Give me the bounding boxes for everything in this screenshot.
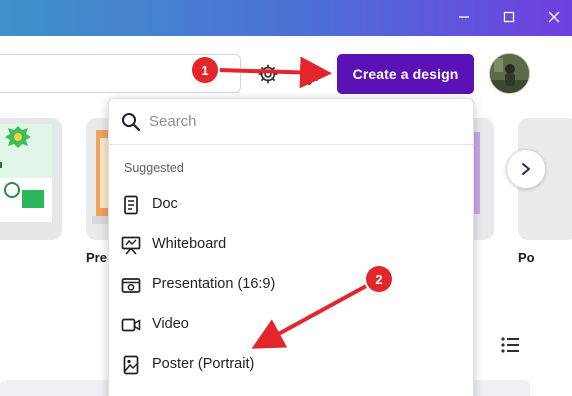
create-a-design-button[interactable]: Create a design	[337, 54, 474, 94]
carousel-next-button[interactable]	[506, 149, 546, 189]
create-design-dropdown: Search Suggested Doc Whiteboard Presenta…	[108, 98, 474, 396]
card-label: Pre	[86, 250, 107, 265]
annotation-badge: 2	[366, 266, 392, 292]
menu-item-label: Whiteboard	[152, 236, 227, 252]
close-button[interactable]	[542, 6, 566, 28]
menu-item-presentation[interactable]: Presentation (16:9)	[109, 265, 473, 305]
title-bar	[0, 0, 572, 36]
avatar[interactable]	[489, 53, 530, 94]
template-card[interactable]	[474, 118, 494, 240]
template-card[interactable]	[0, 118, 62, 240]
video-icon	[121, 318, 141, 332]
maximize-button[interactable]	[497, 6, 521, 28]
list-icon	[501, 337, 519, 353]
close-icon	[548, 11, 560, 23]
card-label: Po	[518, 250, 535, 265]
menu-item-whiteboard[interactable]: Whiteboard	[109, 225, 473, 265]
dropdown-search-field[interactable]: Search	[109, 99, 473, 145]
menu-item-label: Poster (Portrait)	[152, 356, 255, 372]
settings-button[interactable]	[253, 59, 283, 89]
app-window: Create a design Pre Po Search Suggested …	[0, 0, 572, 396]
menu-item-label: Doc	[152, 196, 178, 212]
menu-item-label: Presentation (16:9)	[152, 276, 276, 292]
menu-item-poster[interactable]: Poster (Portrait)	[109, 345, 473, 385]
minimize-icon	[459, 16, 469, 18]
annotation-badge: 1	[192, 57, 218, 83]
avatar-photo-icon	[490, 54, 529, 93]
gear-icon	[258, 64, 278, 84]
bell-icon	[300, 65, 318, 85]
notifications-button[interactable]	[294, 59, 324, 89]
maximize-icon	[503, 11, 515, 23]
poster-icon	[123, 355, 139, 375]
chevron-right-icon	[522, 163, 530, 175]
search-icon	[122, 113, 141, 132]
template-thumbnail-icon	[0, 124, 52, 222]
minimize-button[interactable]	[452, 6, 476, 28]
list-view-button[interactable]	[500, 336, 520, 354]
whiteboard-icon	[121, 236, 141, 255]
presentation-icon	[121, 278, 141, 293]
section-title: Suggested	[124, 161, 184, 175]
doc-icon	[124, 195, 138, 215]
template-thumbnail-icon	[474, 132, 480, 214]
menu-item-video[interactable]: Video	[109, 305, 473, 345]
menu-item-doc[interactable]: Doc	[109, 185, 473, 225]
search-placeholder: Search	[149, 113, 197, 130]
menu-item-label: Video	[152, 316, 189, 332]
